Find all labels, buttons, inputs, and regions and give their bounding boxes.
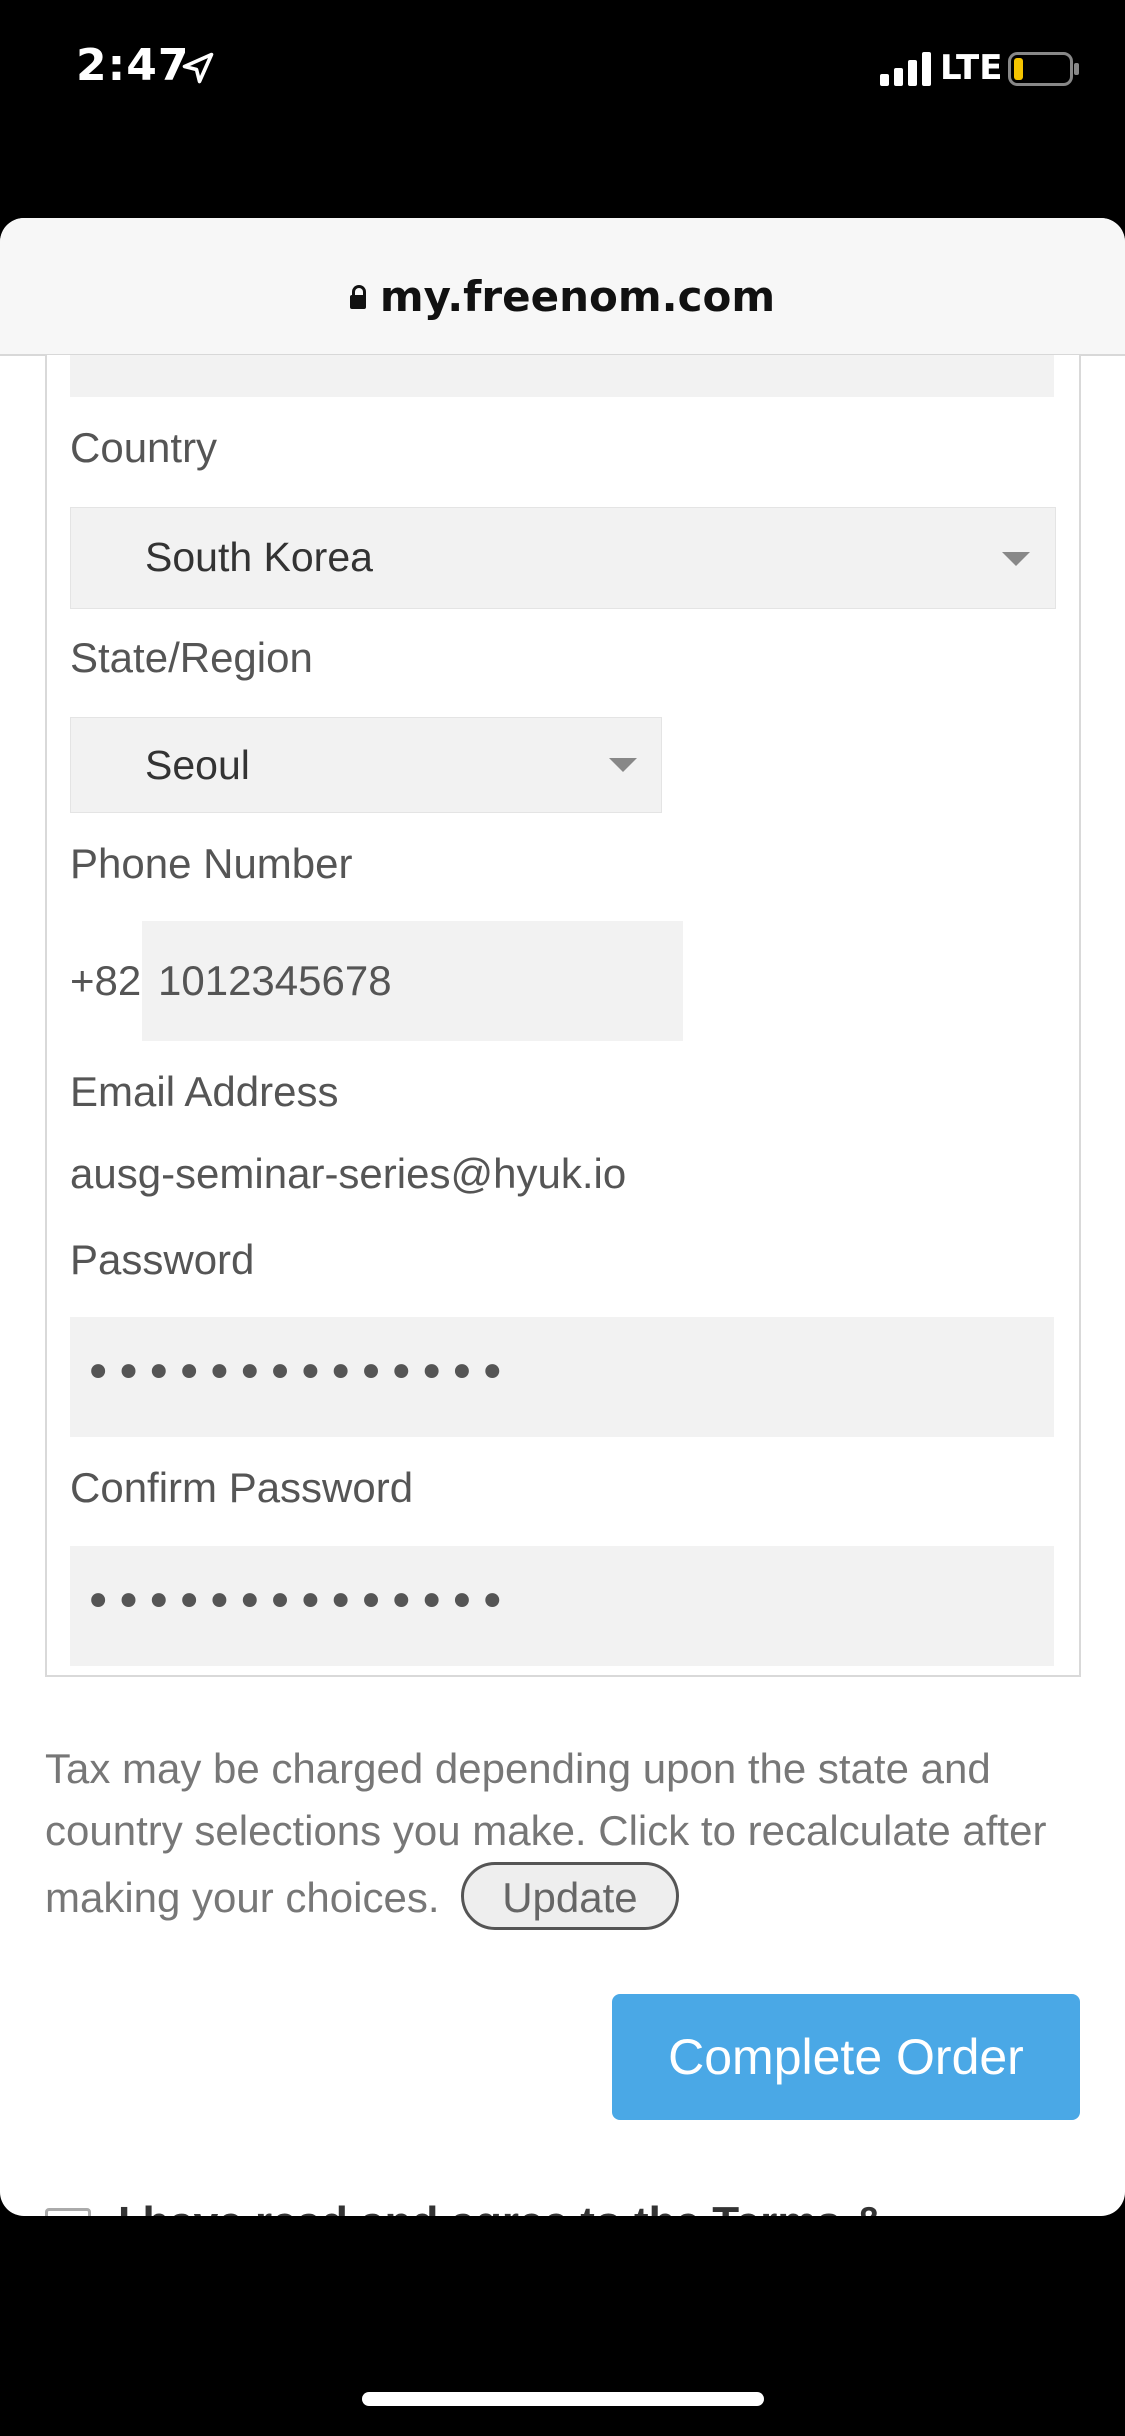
partial-input-field[interactable]	[70, 355, 1054, 397]
phone-country-code: +82	[70, 957, 142, 1004]
update-button[interactable]: Update	[461, 1862, 679, 1930]
password-masked: ••••••••••••••	[84, 1345, 509, 1401]
country-label: Country	[70, 424, 218, 471]
phone-input[interactable]: 1012345678	[142, 921, 683, 1041]
password-input[interactable]: ••••••••••••••	[70, 1317, 1054, 1437]
state-value: Seoul	[145, 742, 250, 788]
status-time: 2:47	[76, 40, 190, 91]
phone-value: 1012345678	[158, 957, 392, 1004]
chevron-down-icon	[1002, 552, 1030, 566]
url-text: my.freenom.com	[379, 272, 776, 321]
confirm-password-masked: ••••••••••••••	[84, 1574, 509, 1630]
terms-checkbox[interactable]	[45, 2208, 91, 2216]
email-value: ausg-seminar-series@hyuk.io	[70, 1150, 627, 1197]
tax-note: Tax may be charged depending upon the st…	[45, 1738, 1085, 1930]
complete-order-button[interactable]: Complete Order	[612, 1994, 1080, 2120]
home-indicator[interactable]	[362, 2392, 764, 2406]
url-bar[interactable]: my.freenom.com	[0, 218, 1125, 356]
email-label: Email Address	[70, 1068, 339, 1115]
browser-sheet: my.freenom.com Country South Korea State…	[0, 218, 1125, 2216]
status-bar: 2:47 LTE	[0, 0, 1125, 140]
network-type: LTE	[940, 48, 1003, 88]
confirm-password-label: Confirm Password	[70, 1464, 414, 1511]
state-select[interactable]: Seoul	[70, 717, 662, 813]
state-label: State/Region	[70, 634, 313, 681]
signal-icon	[880, 52, 931, 86]
location-arrow-icon	[182, 52, 214, 84]
country-select[interactable]: South Korea	[70, 507, 1056, 609]
lock-icon	[349, 285, 366, 309]
terms-label: I have read and agree to the Terms &	[118, 2198, 885, 2216]
chevron-down-icon	[609, 758, 637, 772]
phone-label: Phone Number	[70, 840, 353, 887]
confirm-password-input[interactable]: ••••••••••••••	[70, 1546, 1054, 1666]
country-value: South Korea	[145, 534, 373, 580]
password-label: Password	[70, 1236, 255, 1283]
battery-icon	[1008, 52, 1079, 86]
